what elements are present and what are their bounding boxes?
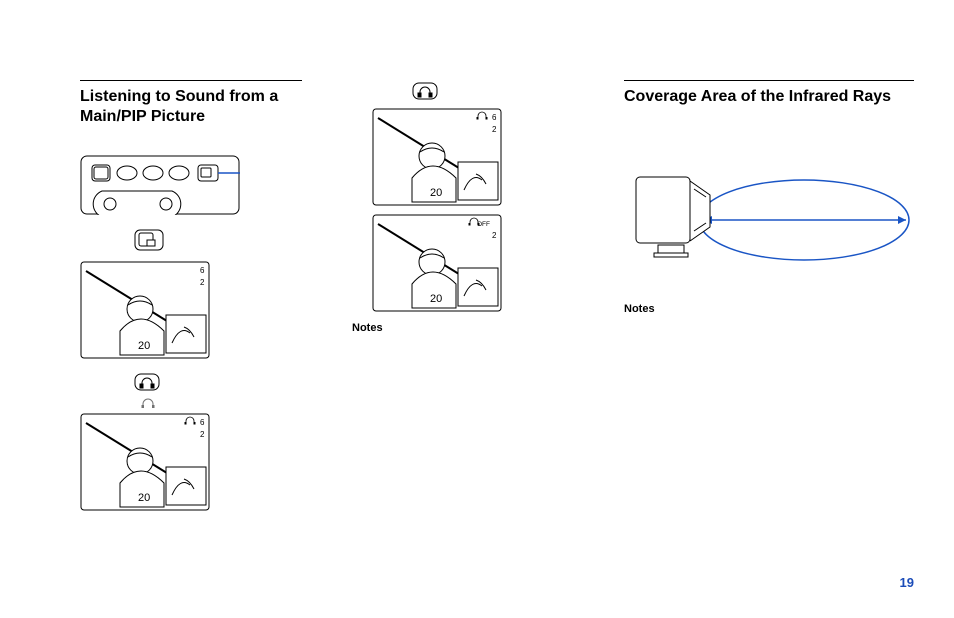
headphone-button-icon	[134, 373, 160, 391]
osd-screen-4: 20 OFF 2	[372, 214, 502, 312]
headphone-glyph	[140, 397, 156, 409]
jersey-number: 20	[430, 293, 442, 305]
jersey-number: 20	[138, 492, 150, 504]
column-left: Listening to Sound from a Main/PIP Pictu…	[80, 80, 302, 588]
channel-sub: 2	[492, 125, 497, 134]
channel-sub: 2	[200, 278, 205, 287]
channel-sub: 2	[492, 231, 497, 240]
remote-panel-illustration	[80, 155, 240, 215]
channel-main: 6	[200, 266, 205, 275]
pip-button-icon	[134, 229, 164, 251]
osd-screen-1: 20 6 2	[80, 261, 210, 359]
rule	[80, 80, 302, 81]
off-label: OFF	[477, 221, 490, 228]
rule	[624, 80, 914, 81]
notes-label: Notes	[352, 322, 574, 334]
osd-screen-2: 20 6 2	[80, 413, 210, 511]
channel-sub: 2	[200, 430, 205, 439]
heading-left: Listening to Sound from a Main/PIP Pictu…	[80, 87, 302, 127]
osd-screen-3: 20 6 2	[372, 108, 502, 206]
channel-main: 6	[492, 113, 497, 122]
column-middle: 20 6 2 20 OFF 2 Notes	[352, 80, 574, 588]
jersey-number: 20	[430, 187, 442, 199]
column-right: Coverage Area of the Infrared Rays Notes	[624, 80, 914, 588]
notes-label: Notes	[624, 303, 914, 315]
page-number: 19	[900, 575, 914, 590]
channel-main: 6	[200, 418, 205, 427]
heading-right: Coverage Area of the Infrared Rays	[624, 87, 914, 107]
manual-page: Listening to Sound from a Main/PIP Pictu…	[0, 0, 954, 618]
coverage-illustration	[624, 155, 914, 285]
headphone-button-icon	[412, 82, 438, 100]
jersey-number: 20	[138, 340, 150, 352]
